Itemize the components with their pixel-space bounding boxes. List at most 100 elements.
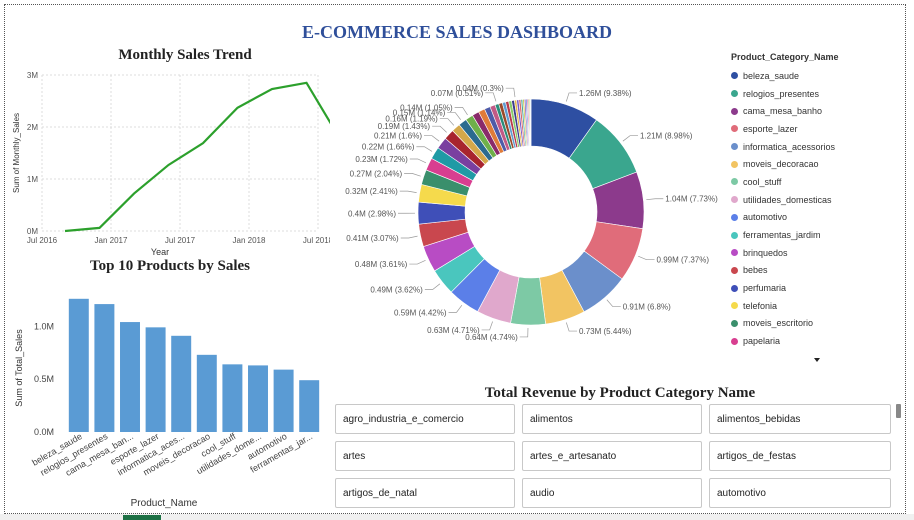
legend-swatch [731, 196, 738, 204]
page-tab[interactable] [123, 515, 161, 520]
donut-slice-label: 0.49M (3.62%) [370, 285, 423, 294]
donut-leader-line [606, 299, 621, 307]
legend-item[interactable]: utilidades_domesticas [731, 191, 901, 209]
donut-slice-label: 1.26M (9.38%) [579, 89, 632, 98]
bar [145, 327, 166, 432]
legend-label: telefonia [743, 300, 778, 311]
bar-y-label: Sum of Total_Sales [14, 329, 24, 407]
category-cell[interactable]: artigos_de_festas [709, 441, 891, 471]
category-cell[interactable]: agro_industria_e_comercio [335, 404, 515, 434]
category-cell[interactable]: audio [522, 478, 702, 508]
line-chart[interactable]: Jul 2016 Jan 2017 Jul 2017 Jan 2018 Jul 2018… [10, 66, 330, 266]
legend-label: moveis_escritorio [743, 318, 814, 329]
donut-slice-label: 1.21M (8.98%) [640, 132, 693, 141]
category-cell[interactable]: alimentos [522, 404, 702, 434]
legend-label: brinquedos [743, 247, 788, 258]
bar [222, 364, 243, 432]
category-cell[interactable]: artes [335, 441, 515, 471]
donut-leader-line [622, 135, 638, 142]
line-y-tick: 3M [27, 71, 38, 80]
legend-item[interactable]: cool_stuff [731, 173, 901, 191]
line-x-label: Year [151, 247, 169, 257]
donut-leader-line [638, 255, 655, 261]
bar-x-label: Product_Name [131, 498, 198, 509]
legend-item[interactable]: beleza_saude [731, 67, 901, 85]
legend-item[interactable]: informatica_acessorios [731, 138, 901, 156]
line-y-tick: 2M [27, 123, 38, 132]
donut-chart[interactable]: 1.26M (9.38%) 1.21M (8.98%) 1.04M (7.73%) 0… [335, 64, 725, 364]
donut-slice-label: 0.21M (1.6%) [374, 132, 422, 141]
category-cell[interactable]: artigos_de_natal [335, 478, 515, 508]
line-x-tick: Jul 2016 [27, 236, 58, 245]
bar-chart[interactable]: 0.0M0.5M1.0Mbeleza_sauderelogios_present… [10, 278, 330, 510]
donut-slice-label: 0.23M (1.72%) [355, 155, 408, 164]
legend-label: perfumaria [743, 283, 787, 294]
legend-title: Product_Category_Name [731, 52, 839, 62]
donut-slice-label: 0.04M (0.3%) [456, 84, 504, 93]
donut-slice-label: 0.48M (3.61%) [355, 260, 408, 269]
donut-slice-label: 0.59M (4.42%) [394, 308, 447, 317]
legend-item[interactable]: relogios_presentes [731, 85, 901, 103]
category-cell[interactable]: alimentos_bebidas [709, 404, 891, 434]
donut-leader-line [448, 304, 463, 313]
donut-leader-line [409, 259, 426, 265]
bar [299, 380, 320, 432]
line-y-tick: 0M [27, 227, 38, 236]
donut-leader-line [485, 92, 497, 102]
legend-item[interactable]: automotivo [731, 209, 901, 227]
bar [94, 304, 115, 432]
legend-label: moveis_decoracao [743, 159, 819, 170]
category-scrollbar[interactable] [896, 404, 901, 418]
donut-leader-line [519, 327, 529, 338]
donut-leader-line [399, 190, 417, 194]
legend-item[interactable]: esporte_lazer [731, 120, 901, 138]
legend-item[interactable]: ferramentas_jardim [731, 226, 901, 244]
legend-swatch [731, 107, 738, 115]
legend-swatch [731, 213, 738, 221]
legend-swatch [731, 284, 738, 292]
dashboard-title: E-COMMERCE SALES DASHBOARD [301, 22, 613, 42]
legend-item[interactable]: moveis_escritorio [731, 315, 901, 333]
line-series [64, 81, 330, 233]
legend-item[interactable]: perfumaria [731, 279, 901, 297]
bar-y-tick: 0.0M [34, 427, 54, 437]
legend-item[interactable]: bebes [731, 262, 901, 280]
legend-item[interactable]: moveis_decoracao [731, 155, 901, 173]
legend-item[interactable]: cama_mesa_banho [731, 102, 901, 120]
legend-label: cool_stuff [743, 176, 782, 187]
legend-label: papelaria [743, 336, 781, 347]
donut-leader-line [416, 146, 433, 152]
donut-leader-line [505, 87, 516, 98]
donut-slice-label: 0.14M (1.05%) [400, 103, 453, 112]
line-x-tick: Jul 2017 [165, 236, 196, 245]
legend-swatch [731, 249, 738, 257]
legend-label: relogios_presentes [743, 88, 820, 99]
category-grid: agro_industria_e_comercio alimentos alimen… [335, 404, 893, 508]
donut-leader-line [432, 125, 447, 133]
legend-label: beleza_saude [743, 70, 800, 81]
donut-slice-label: 0.22M (1.66%) [362, 143, 415, 152]
legend-swatch [731, 143, 738, 151]
bar-chart-title: Top 10 Products by Sales [89, 258, 251, 274]
donut-leader-line [565, 92, 578, 102]
bar [120, 322, 140, 432]
legend-label: cama_mesa_banho [743, 106, 823, 117]
legend-swatch [731, 125, 738, 133]
legend-swatch [731, 160, 738, 168]
category-legend[interactable]: Product_Category_Name beleza_sauderelogi… [731, 52, 901, 350]
donut-leader-line [646, 198, 664, 201]
line-x-tick: Jan 2017 [95, 236, 128, 245]
legend-label: ferramentas_jardim [743, 230, 821, 241]
legend-item[interactable]: brinquedos [731, 244, 901, 262]
bar [171, 335, 192, 432]
donut-slice-label: 0.27M (2.04%) [350, 169, 403, 178]
donut-slice-label: 0.91M (6.8%) [623, 303, 671, 312]
legend-scroll-down-icon[interactable] [814, 358, 820, 362]
legend-item[interactable]: papelaria [731, 332, 901, 350]
bar [273, 369, 294, 432]
donut-leader-line [400, 235, 418, 239]
legend-item[interactable]: telefonia [731, 297, 901, 315]
category-cell[interactable]: artes_e_artesanato [522, 441, 702, 471]
line-x-tick: Jan 2018 [233, 236, 266, 245]
category-cell[interactable]: automotivo [709, 478, 891, 508]
